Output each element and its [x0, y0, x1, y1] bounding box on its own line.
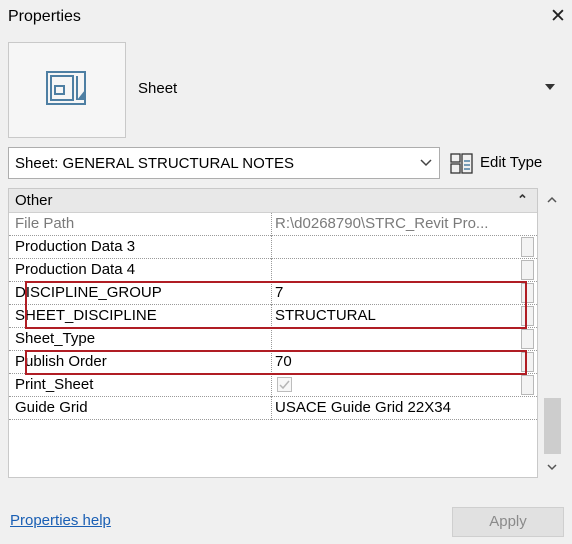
value-browse-button[interactable] — [521, 237, 534, 257]
property-row-guide-grid[interactable]: Guide Grid USACE Guide Grid 22X34 — [9, 397, 537, 420]
edit-type-label: Edit Type — [480, 154, 543, 171]
property-name: Sheet_Type — [15, 330, 96, 347]
value-browse-button[interactable] — [521, 306, 534, 326]
property-name: Production Data 4 — [15, 261, 136, 278]
property-row-discipline-group[interactable]: DISCIPLINE_GROUP 7 — [9, 282, 537, 305]
chevron-down-icon — [420, 159, 432, 167]
value-browse-button[interactable] — [521, 260, 534, 280]
group-header-other[interactable]: Other ⌃ — [9, 189, 537, 213]
window-title: Properties — [8, 8, 81, 25]
property-value[interactable] — [275, 330, 521, 350]
property-name: DISCIPLINE_GROUP — [15, 284, 162, 301]
property-value[interactable] — [275, 261, 521, 281]
property-row-publish-order[interactable]: Publish Order 70 — [9, 351, 537, 374]
property-row-sheet-type[interactable]: Sheet_Type — [9, 328, 537, 351]
property-name: Guide Grid — [15, 399, 88, 416]
property-row-print-sheet[interactable]: Print_Sheet — [9, 374, 537, 397]
property-row-production-data-3[interactable]: Production Data 3 — [9, 236, 537, 259]
scrollbar-thumb[interactable] — [544, 398, 561, 454]
property-value[interactable] — [275, 238, 521, 258]
type-thumbnail[interactable] — [8, 42, 126, 138]
value-browse-button[interactable] — [521, 375, 534, 395]
type-dropdown-arrow-icon[interactable] — [545, 84, 555, 90]
property-name: Print_Sheet — [15, 376, 94, 393]
property-grid: Other ⌃ File Path R:\d0268790\STRC_Revit… — [8, 188, 538, 478]
property-value[interactable]: 70 — [275, 353, 521, 373]
title-bar — [0, 0, 572, 38]
column-divider — [271, 259, 273, 282]
edit-type-button[interactable]: Edit Type — [450, 147, 566, 179]
apply-button[interactable]: Apply — [452, 507, 564, 537]
value-browse-button[interactable] — [521, 352, 534, 372]
properties-help-link[interactable]: Properties help — [10, 512, 111, 529]
collapse-icon[interactable]: ⌃ — [517, 192, 528, 208]
column-divider — [271, 397, 273, 420]
instance-selector-value: Sheet: GENERAL STRUCTURAL NOTES — [15, 155, 294, 172]
group-label: Other — [15, 192, 53, 209]
column-divider — [271, 328, 273, 351]
property-row-production-data-4[interactable]: Production Data 4 — [9, 259, 537, 282]
property-name: Publish Order — [15, 353, 107, 370]
property-value[interactable]: 7 — [275, 284, 521, 304]
checkmark-icon — [279, 380, 290, 390]
property-name: SHEET_DISCIPLINE — [15, 307, 157, 324]
value-browse-button[interactable] — [521, 329, 534, 349]
property-row-file-path[interactable]: File Path R:\d0268790\STRC_Revit Pro... — [9, 213, 537, 236]
column-divider — [271, 374, 273, 397]
scroll-down-icon[interactable] — [547, 462, 557, 472]
type-name: Sheet — [138, 80, 178, 97]
property-name: File Path — [15, 215, 75, 232]
property-value[interactable]: STRUCTURAL — [275, 307, 521, 327]
property-row-sheet-discipline[interactable]: SHEET_DISCIPLINE STRUCTURAL — [9, 305, 537, 328]
property-name: Production Data 3 — [15, 238, 136, 255]
edit-type-icon — [450, 153, 473, 174]
value-browse-button[interactable] — [521, 283, 534, 303]
print-sheet-checkbox[interactable] — [277, 377, 292, 392]
scroll-up-icon[interactable] — [547, 195, 557, 205]
column-divider — [271, 236, 273, 259]
close-icon[interactable]: ✕ — [549, 7, 567, 26]
column-divider — [271, 351, 273, 374]
column-divider — [271, 282, 273, 305]
sheet-icon — [46, 71, 86, 105]
column-divider — [271, 213, 273, 236]
instance-selector[interactable]: Sheet: GENERAL STRUCTURAL NOTES — [8, 147, 440, 179]
column-divider — [271, 305, 273, 328]
property-value[interactable]: USACE Guide Grid 22X34 — [275, 399, 521, 419]
property-value: R:\d0268790\STRC_Revit Pro... — [275, 215, 489, 232]
